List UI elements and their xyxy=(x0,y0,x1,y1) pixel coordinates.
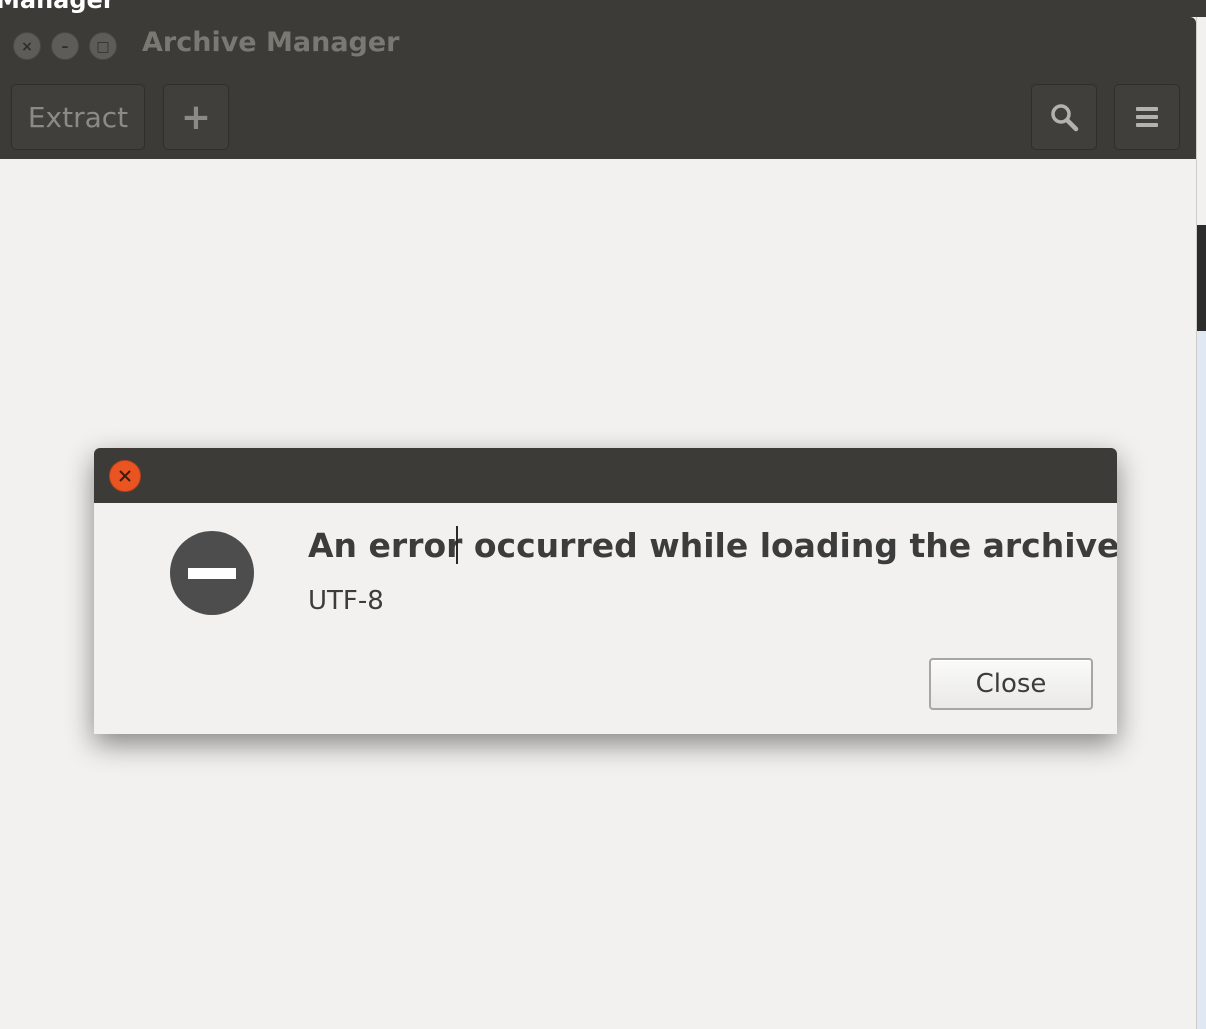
error-message-primary: An error occurred while loading the arch… xyxy=(308,526,1117,565)
main-menu-button[interactable] xyxy=(1114,84,1180,150)
background-window-title: Manager xyxy=(0,0,115,14)
background-window-titlebar: Manager xyxy=(0,0,1206,17)
extract-button-label: Extract xyxy=(27,100,129,134)
window-minimize-button[interactable]: – xyxy=(51,32,79,60)
text-cursor xyxy=(456,526,458,564)
error-message-secondary: UTF-8 xyxy=(308,586,384,616)
close-icon: × xyxy=(21,39,33,55)
hamburger-menu-icon xyxy=(1136,103,1158,131)
search-button[interactable] xyxy=(1031,84,1097,150)
error-dialog: An error occurred while loading the arch… xyxy=(94,448,1117,734)
error-icon-bar xyxy=(188,568,236,579)
background-window-edge xyxy=(1196,17,1206,1029)
background-panel-dark xyxy=(1197,225,1206,331)
background-panel-selection xyxy=(1197,331,1206,1029)
maximize-icon: □ xyxy=(96,39,110,55)
plus-icon: + xyxy=(180,96,212,138)
close-icon xyxy=(119,470,131,482)
error-icon xyxy=(170,531,254,615)
window-close-button[interactable]: × xyxy=(13,32,41,60)
close-button-label: Close xyxy=(975,669,1047,699)
close-button[interactable]: Close xyxy=(929,658,1093,710)
minimize-icon: – xyxy=(61,39,69,55)
dialog-close-button[interactable] xyxy=(109,460,141,492)
window-maximize-button[interactable]: □ xyxy=(89,32,117,60)
window-title: Archive Manager xyxy=(142,27,400,58)
search-icon xyxy=(1051,104,1079,132)
headerbar: × – □ Archive Manager Extract + xyxy=(0,17,1196,159)
add-files-button[interactable]: + xyxy=(163,84,229,150)
dialog-titlebar xyxy=(94,448,1117,503)
extract-button[interactable]: Extract xyxy=(11,84,145,150)
window-controls: × – □ xyxy=(13,32,117,60)
